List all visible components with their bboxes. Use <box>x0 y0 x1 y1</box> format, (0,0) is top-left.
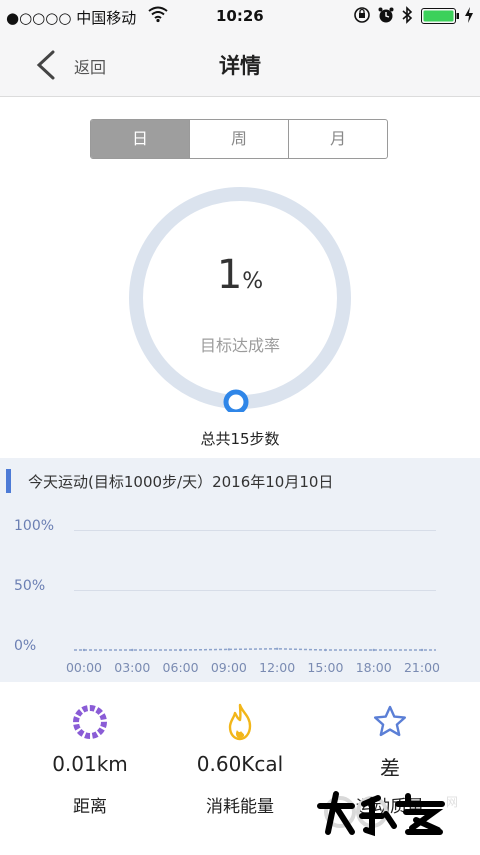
data-point <box>179 648 182 652</box>
watermark-logo: 网 <box>317 791 458 837</box>
tab-week[interactable]: 周 <box>190 120 289 158</box>
wifi-icon <box>148 5 168 27</box>
total-steps: 总共15步数 <box>200 430 280 448</box>
series-line <box>74 648 436 651</box>
period-tabs: 日 周 月 <box>90 119 388 159</box>
goal-percent-value: 1 <box>216 252 243 298</box>
x-tick-label: 09:00 <box>210 660 247 675</box>
x-tick-label: 03:00 <box>114 660 151 675</box>
data-point <box>420 648 424 652</box>
tab-month[interactable]: 月 <box>289 120 387 158</box>
x-tick-label: 12:00 <box>259 660 296 675</box>
charging-icon <box>464 6 474 28</box>
x-tick-label: 15:00 <box>307 660 344 675</box>
goal-percent-unit: % <box>242 269 264 294</box>
data-point <box>82 648 86 652</box>
energy-value: 0.60Kcal <box>196 752 284 776</box>
tab-day[interactable]: 日 <box>91 120 190 158</box>
energy-label: 消耗能量 <box>206 797 274 817</box>
clock-time: 10:26 <box>216 7 264 25</box>
data-point <box>227 648 231 651</box>
goal-rate-label: 目标达成率 <box>199 336 280 355</box>
navigation-bar: 返回 详情 <box>0 32 480 97</box>
data-point <box>324 648 327 652</box>
data-point <box>275 647 279 650</box>
rotation-lock-icon <box>353 6 371 28</box>
star-icon <box>370 702 410 742</box>
x-tick-label: 21:00 <box>403 660 441 675</box>
activity-line-chart <box>74 647 436 652</box>
goal-progress-ring <box>129 187 351 412</box>
svg-text:网: 网 <box>446 795 458 809</box>
distance-ring-icon <box>70 702 110 742</box>
page-title: 详情 <box>219 54 261 78</box>
carrier-label: ●○○○○ 中国移动 <box>6 9 137 27</box>
x-tick-label: 18:00 <box>355 660 392 675</box>
x-tick-label: 06:00 <box>162 660 199 675</box>
goal-percent: 1% <box>0 252 480 298</box>
data-point <box>131 648 134 652</box>
distance-value: 0.01km <box>52 752 128 776</box>
data-point <box>372 648 375 652</box>
flame-icon <box>220 702 260 742</box>
bluetooth-icon <box>401 6 413 28</box>
status-bar: ●○○○○ 中国移动 10:26 <box>0 0 480 32</box>
quality-value: 差 <box>380 756 400 780</box>
progress-knob <box>223 389 249 412</box>
progress-track <box>129 187 351 409</box>
battery-icon <box>421 8 461 28</box>
x-tick-label: 00:00 <box>65 660 103 675</box>
alarm-icon <box>377 6 395 28</box>
distance-label: 距离 <box>73 797 107 817</box>
